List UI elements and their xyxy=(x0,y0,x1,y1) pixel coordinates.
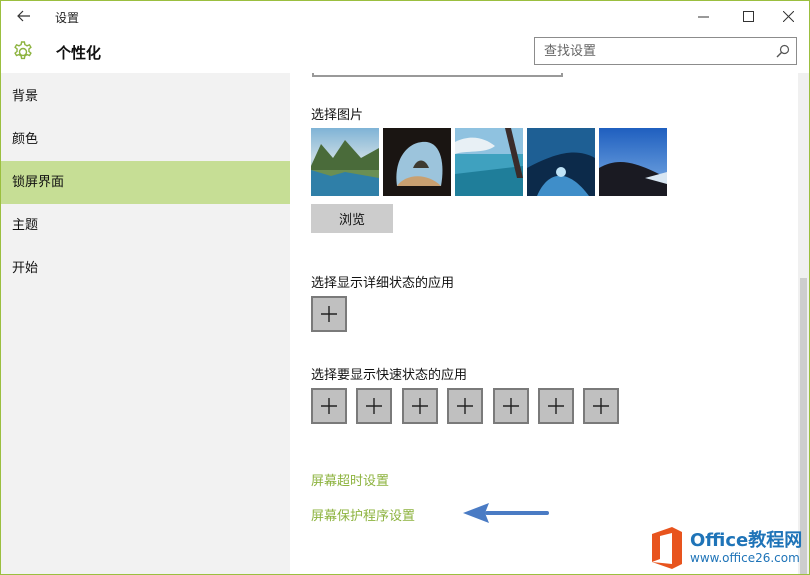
window-title: 设置 xyxy=(55,11,80,25)
gear-icon xyxy=(14,41,32,60)
add-detailed-status-app-button[interactable] xyxy=(311,296,347,332)
picture-thumbnail-cave[interactable] xyxy=(383,128,451,196)
page-header: 个性化 xyxy=(1,31,809,73)
lake-mountain-image xyxy=(311,128,379,196)
sidebar-item-themes[interactable]: 主题 xyxy=(1,204,290,247)
screen-timeout-settings-link[interactable]: 屏幕超时设置 xyxy=(311,470,389,489)
watermark-brand: Office教程网 xyxy=(690,530,803,551)
plus-icon xyxy=(503,398,519,414)
sidebar-item-background[interactable]: 背景 xyxy=(1,75,290,118)
quick-status-label: 选择要显示快速状态的应用 xyxy=(311,368,468,383)
detailed-status-label: 选择显示详细状态的应用 xyxy=(311,276,455,291)
partial-dropdown-edge[interactable] xyxy=(312,73,563,77)
plus-icon xyxy=(321,398,337,414)
search-icon[interactable] xyxy=(776,44,790,58)
annotation-arrow-icon xyxy=(463,503,549,523)
sidebar-item-colors[interactable]: 颜色 xyxy=(1,118,290,161)
sidebar: 背景 颜色 锁屏界面 主题 开始 xyxy=(1,73,290,574)
watermark: Office教程网 www.office26.com xyxy=(644,520,809,574)
hill-sky-image xyxy=(599,128,667,196)
ice-cave-image xyxy=(527,128,595,196)
maximize-icon xyxy=(743,10,754,22)
sidebar-item-label: 主题 xyxy=(12,218,39,233)
vertical-scrollbar[interactable] xyxy=(798,73,809,574)
plus-icon xyxy=(548,398,564,414)
office-logo-icon xyxy=(652,527,682,569)
picture-thumbnail-hill[interactable] xyxy=(599,128,667,196)
plus-icon xyxy=(321,306,337,322)
settings-window: 设置 个性化 背景 xyxy=(0,0,810,575)
cave-beach-image xyxy=(383,128,451,196)
plus-icon xyxy=(593,398,609,414)
add-quick-status-app-button-7[interactable] xyxy=(583,388,619,424)
minimize-icon xyxy=(698,16,709,17)
sidebar-item-lock-screen[interactable]: 锁屏界面 xyxy=(1,161,290,204)
picture-thumbnail-ice-cave[interactable] xyxy=(527,128,595,196)
add-quick-status-app-button-2[interactable] xyxy=(356,388,392,424)
sidebar-item-label: 开始 xyxy=(12,261,39,276)
watermark-url: www.office26.com xyxy=(690,551,800,565)
title-bar: 设置 xyxy=(1,1,809,31)
close-icon xyxy=(783,10,794,22)
plus-icon xyxy=(366,398,382,414)
plus-icon xyxy=(412,398,428,414)
add-quick-status-app-button-6[interactable] xyxy=(538,388,574,424)
back-button[interactable] xyxy=(7,3,41,29)
add-quick-status-app-button-3[interactable] xyxy=(402,388,438,424)
search-box[interactable] xyxy=(534,37,797,65)
add-quick-status-app-button-1[interactable] xyxy=(311,388,347,424)
back-arrow-icon xyxy=(17,10,30,22)
add-quick-status-app-button-5[interactable] xyxy=(493,388,529,424)
ocean-aerial-image xyxy=(455,128,523,196)
picture-thumbnail-lake[interactable] xyxy=(311,128,379,196)
sidebar-item-label: 锁屏界面 xyxy=(12,175,65,190)
sidebar-item-label: 颜色 xyxy=(12,132,39,147)
page-title: 个性化 xyxy=(56,44,102,62)
choose-picture-label: 选择图片 xyxy=(311,108,364,123)
maximize-button[interactable] xyxy=(726,1,771,31)
screen-saver-settings-link[interactable]: 屏幕保护程序设置 xyxy=(311,505,415,524)
minimize-button[interactable] xyxy=(681,1,726,31)
search-input[interactable] xyxy=(535,38,765,64)
sidebar-item-label: 背景 xyxy=(12,89,39,104)
close-button[interactable] xyxy=(766,1,809,31)
add-quick-status-app-button-4[interactable] xyxy=(447,388,483,424)
browse-button[interactable]: 浏览 xyxy=(311,204,393,233)
sidebar-item-start[interactable]: 开始 xyxy=(1,247,290,290)
picture-thumbnail-ocean[interactable] xyxy=(455,128,523,196)
plus-icon xyxy=(457,398,473,414)
main-content: 选择图片 浏览 选择显示详细状态的应用 选择要显示快速状态的应用 屏幕超时设置 … xyxy=(290,73,798,574)
